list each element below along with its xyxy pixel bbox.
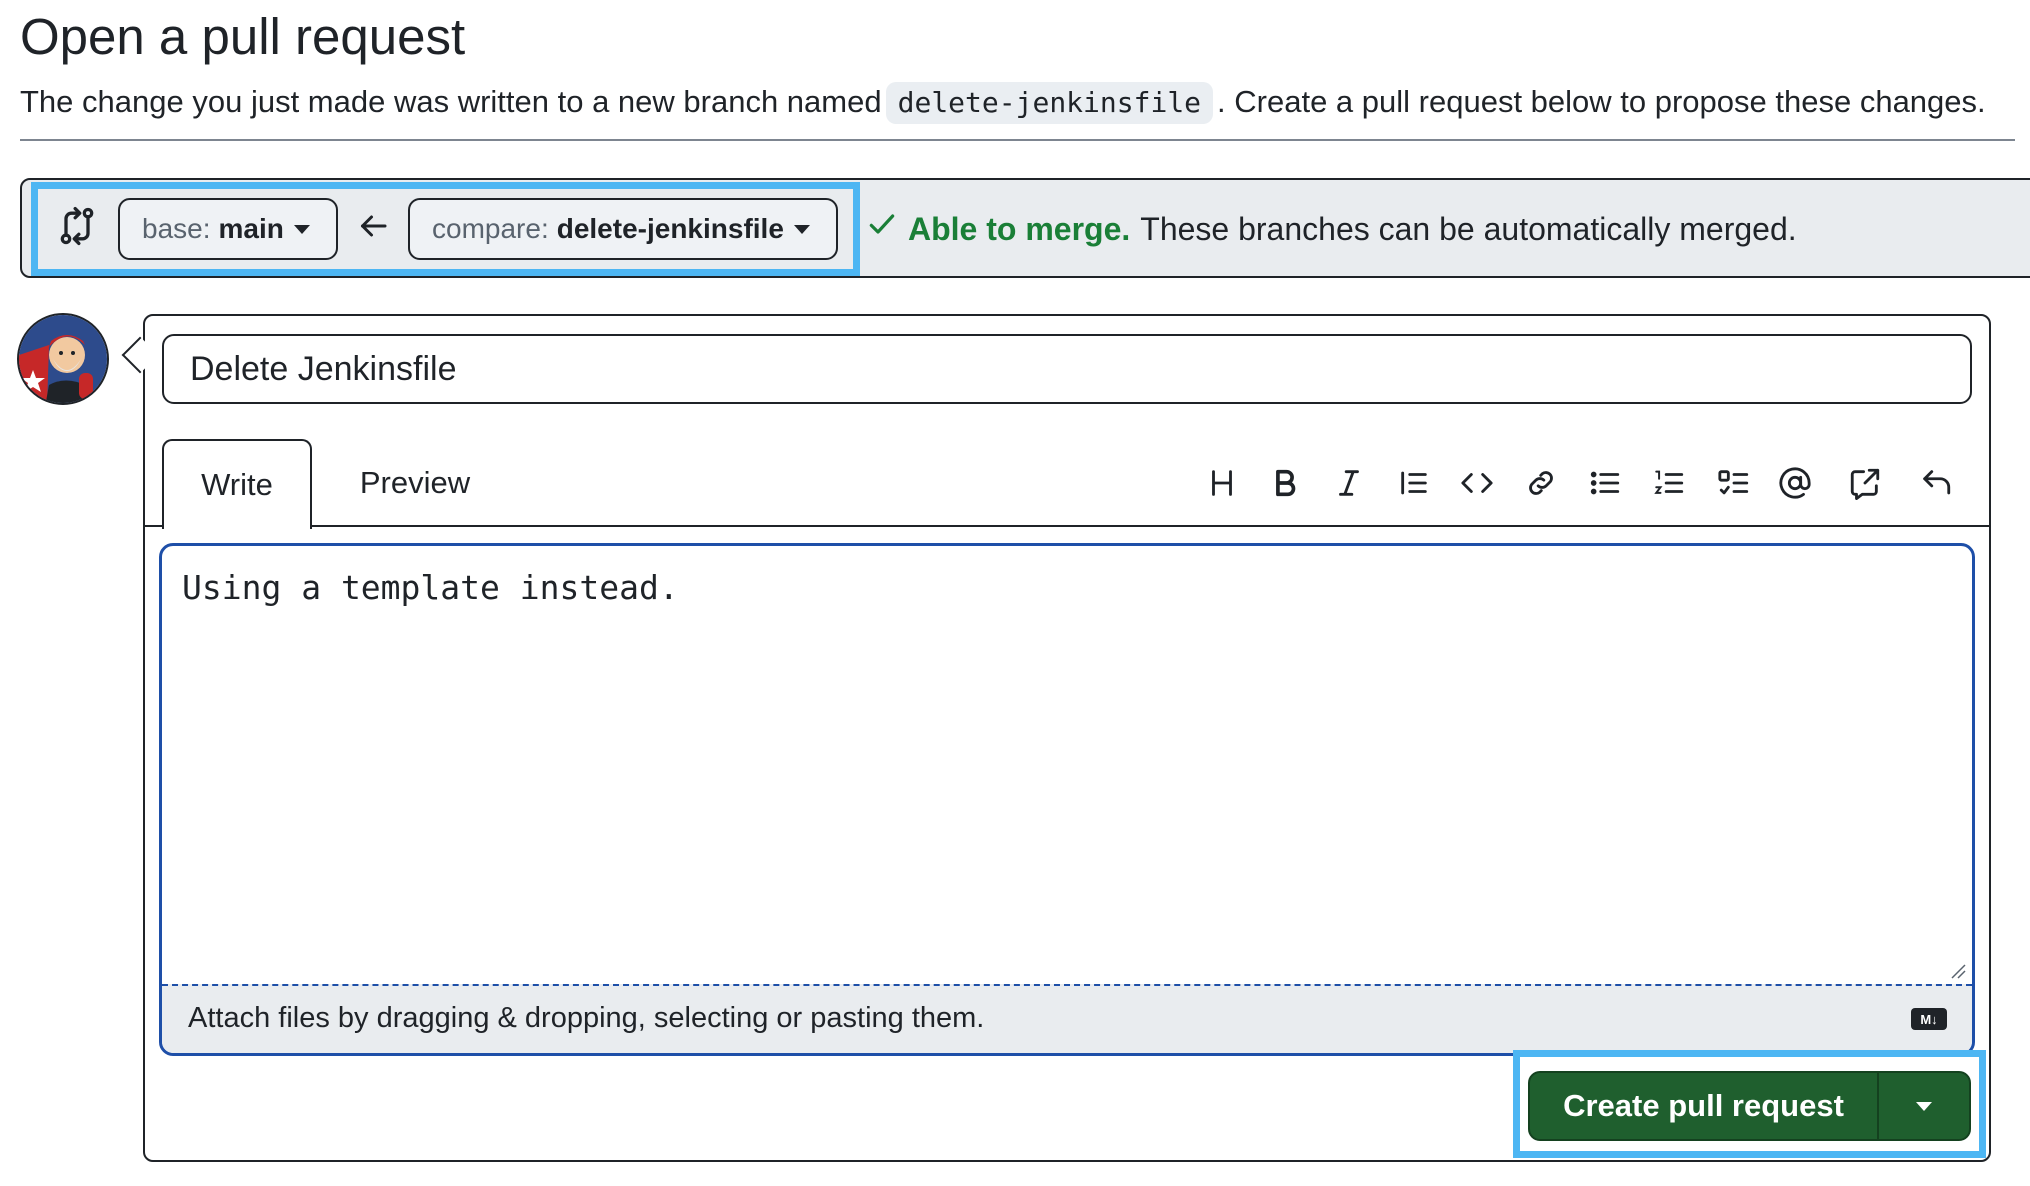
create-pr-button-group: Create pull request [1528,1071,1971,1141]
bulleted-list-icon[interactable] [1580,458,1630,508]
intro-after: . Create a pull request below to propose… [1217,84,1986,119]
base-label: base: [142,213,211,244]
check-icon [866,204,898,254]
merge-status-strong: Able to merge. [908,211,1131,247]
chevron-down-icon [293,224,310,234]
pr-body-textarea[interactable] [159,543,1975,1056]
bold-icon[interactable] [1260,458,1310,508]
undo-icon[interactable] [1911,458,1961,508]
mention-icon[interactable] [1770,458,1820,508]
chevron-down-icon [1916,1101,1932,1111]
italic-icon[interactable] [1324,458,1374,508]
code-icon[interactable] [1452,458,1502,508]
chevron-down-icon [793,224,810,234]
avatar[interactable] [17,313,109,405]
pr-body-text: Using a template instead. [182,568,679,607]
tab-preview[interactable]: Preview [330,439,500,527]
compare-label: compare: [432,213,549,244]
heading-icon[interactable] [1197,458,1247,508]
intro-before: The change you just made was written to … [20,84,882,119]
create-pr-dropdown-button[interactable] [1879,1073,1969,1139]
header-divider [20,139,2015,141]
branch-name-chip: delete-jenkinsfile [885,82,1214,124]
merge-status-text: These branches can be automatically merg… [1140,211,1797,247]
attach-files-text: Attach files by dragging & dropping, sel… [188,1002,985,1034]
numbered-list-icon[interactable] [1644,458,1694,508]
resize-handle[interactable] [1950,963,1966,979]
quote-icon[interactable] [1389,458,1439,508]
pr-title-input[interactable]: Delete Jenkinsfile [162,334,1972,404]
tab-write[interactable]: Write [162,439,312,529]
create-pull-request-button[interactable]: Create pull request [1530,1073,1879,1139]
compare-value: delete-jenkinsfile [556,213,784,244]
page-title: Open a pull request [20,8,466,65]
compare-branch-button[interactable]: compare: delete-jenkinsfile [408,198,838,260]
markdown-icon: M↓ [1911,1008,1947,1030]
merge-status: Able to merge. These branches can be aut… [866,204,1797,254]
base-branch-button[interactable]: base: main [118,198,338,260]
link-icon[interactable] [1516,458,1566,508]
compare-arrows-icon [55,204,99,248]
reference-icon[interactable] [1840,458,1890,508]
task-list-icon[interactable] [1709,458,1759,508]
intro-text: The change you just made was written to … [20,78,1986,126]
base-value: main [218,213,284,244]
arrow-left-icon [355,208,391,244]
